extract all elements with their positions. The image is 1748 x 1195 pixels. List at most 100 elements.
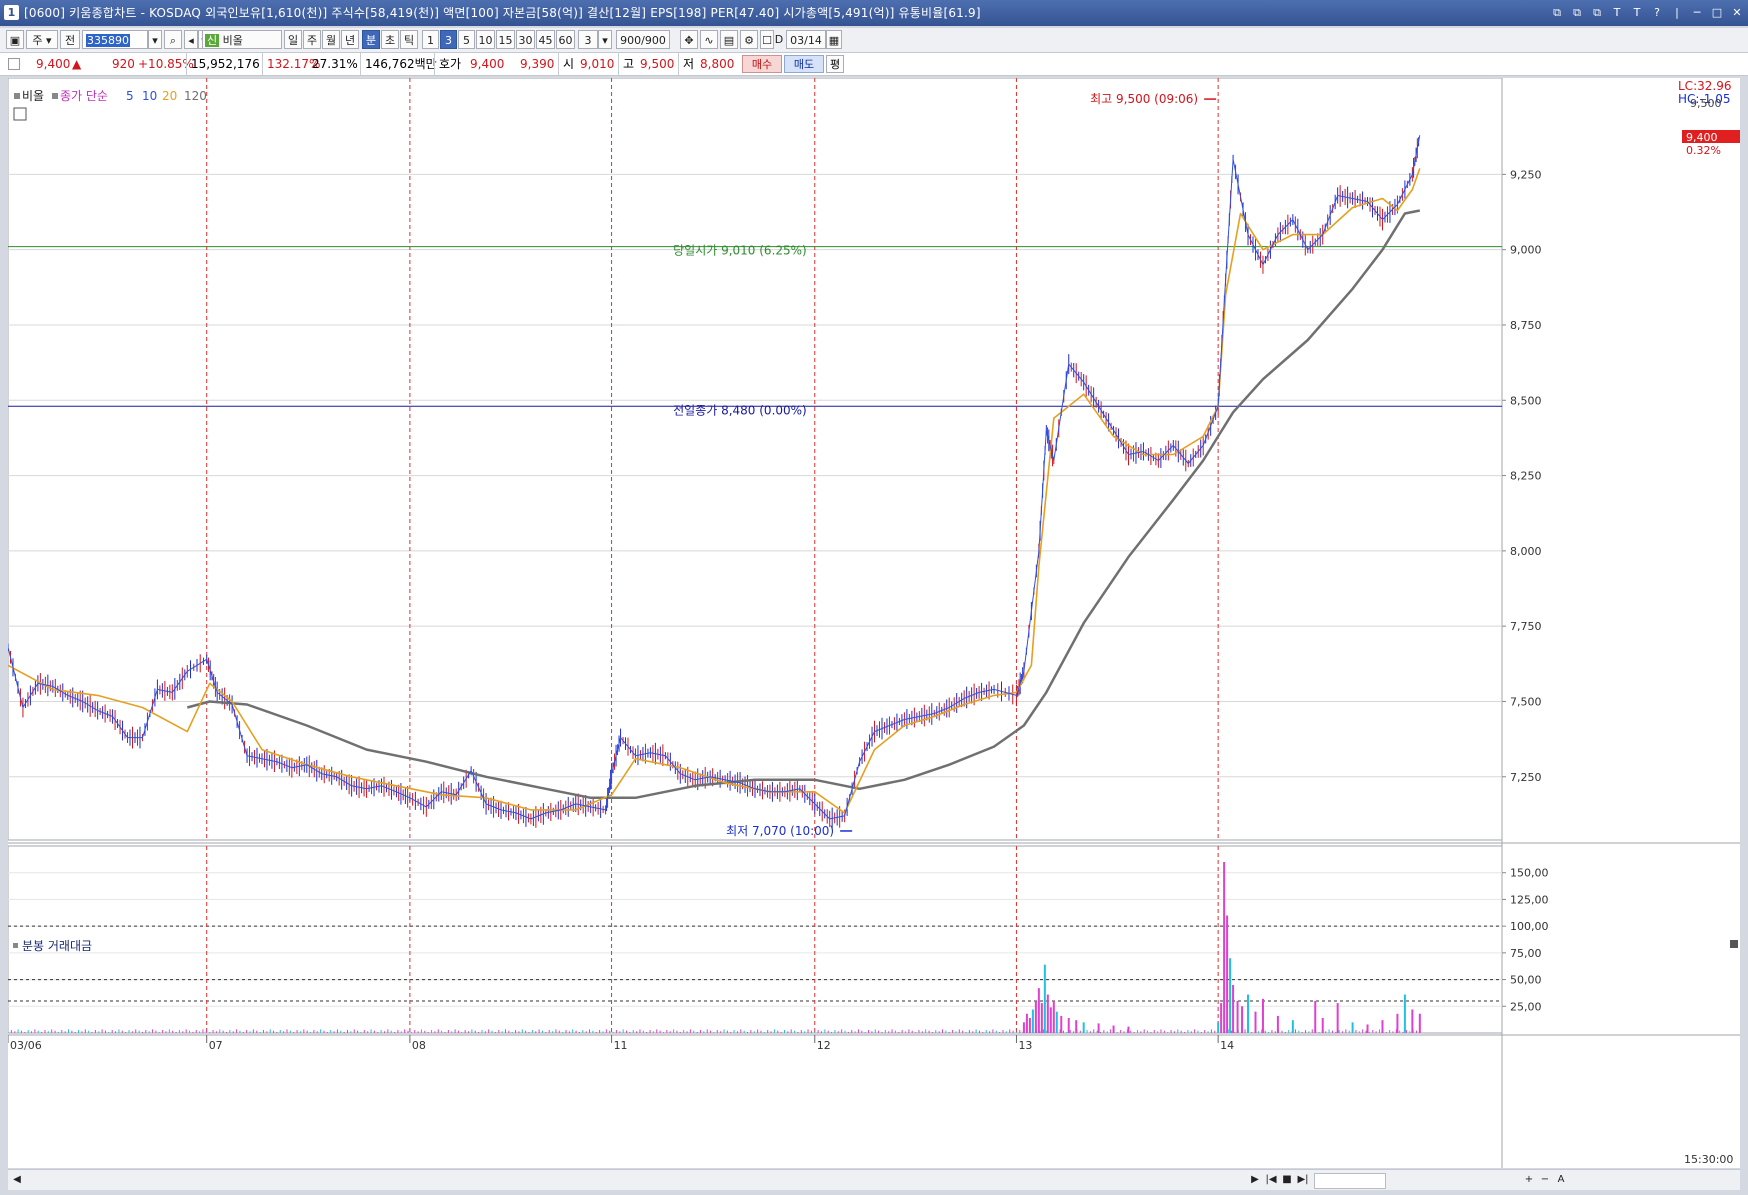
- code-input[interactable]: 335890: [82, 30, 148, 49]
- open-price: 9,010: [580, 57, 615, 71]
- window-buttons: ⧉ ⧉ ⧉ T T ? | ─ □ ✕: [1550, 0, 1744, 26]
- interval-3[interactable]: 3: [440, 30, 457, 49]
- tab-tick[interactable]: 틱: [400, 30, 418, 49]
- time-label: 15:30:00: [1684, 1153, 1733, 1166]
- scroll-thumb[interactable]: [1314, 1173, 1386, 1189]
- volume-legend-bullet-icon: [13, 943, 18, 948]
- window-tile-icon[interactable]: ⧉: [1550, 6, 1564, 20]
- close-icon[interactable]: ✕: [1730, 6, 1744, 20]
- chart-toolbar: ▣ 주 ▾ 전 335890 ▾ ⌕ ◂ ▾ 신 비올 일 주 월 년 분 초 …: [0, 28, 1748, 53]
- sell-button[interactable]: 매도: [784, 55, 824, 73]
- xtick-6: 14: [1220, 1039, 1234, 1052]
- buy-button[interactable]: 매수: [742, 55, 782, 73]
- tab-month[interactable]: 월: [322, 30, 340, 49]
- chart-window: 1 [0600] 키움종합차트 - KOSDAQ 외국인보유[1,610(천)]…: [0, 0, 1748, 1195]
- maximize-icon[interactable]: □: [1710, 6, 1724, 20]
- prev-close-line-label: 전일종가 8,480 (0.00%): [673, 403, 807, 417]
- interval-45[interactable]: 45: [536, 30, 555, 49]
- xtick-5: 13: [1018, 1039, 1032, 1052]
- layout-icon[interactable]: ▣: [6, 30, 24, 49]
- stock-name-field[interactable]: 신 비올: [202, 30, 282, 49]
- scroll-left-icon[interactable]: ◀: [10, 1173, 24, 1187]
- stop-icon[interactable]: ■: [1280, 1173, 1294, 1187]
- quote-bar: 9,400 ▲ 920 +10.85% 15,952,176 132.17% 2…: [0, 53, 1748, 76]
- price-ytick-7: 9,000: [1510, 244, 1542, 257]
- last-price-label: 9,400: [1686, 131, 1718, 144]
- scroll-start-icon[interactable]: |◀: [1264, 1173, 1278, 1187]
- cursor-tool-icon[interactable]: ✥: [680, 30, 698, 49]
- date-input[interactable]: 03/14: [786, 30, 826, 49]
- volume-ytick-3: 100,00: [1510, 920, 1549, 933]
- price-panel-title[interactable]: 비올: [22, 89, 44, 103]
- current-price: 9,400: [36, 57, 71, 71]
- interval-60[interactable]: 60: [556, 30, 575, 49]
- interval-10[interactable]: 10: [476, 30, 495, 49]
- draw-tool-icon[interactable]: ∿: [700, 30, 718, 49]
- interval-dropdown-icon[interactable]: ▾: [598, 30, 612, 49]
- search-icon[interactable]: ⌕: [164, 30, 182, 49]
- tab-year[interactable]: 년: [341, 30, 359, 49]
- low-price: 8,800: [700, 57, 735, 71]
- grid-toggle-icon[interactable]: [13, 107, 27, 121]
- low-label: 저: [678, 53, 694, 75]
- zoom-in-icon[interactable]: +: [1522, 1173, 1536, 1187]
- trade-amount: 146,762백만: [360, 53, 437, 75]
- window-link-icon[interactable]: ⧉: [1570, 6, 1584, 20]
- scroll-right-icon[interactable]: ▶: [1248, 1173, 1262, 1187]
- quote-menu-icon[interactable]: [8, 58, 20, 70]
- speaker-icon[interactable]: ◂: [184, 30, 198, 49]
- high-label: 고: [618, 53, 634, 75]
- save-icon[interactable]: ▤: [720, 30, 738, 49]
- font-icon[interactable]: T: [1610, 6, 1624, 20]
- calendar-icon[interactable]: ▦: [826, 30, 842, 49]
- tab-week[interactable]: 주: [303, 30, 321, 49]
- window-copy-icon[interactable]: ⧉: [1590, 6, 1604, 20]
- help-icon[interactable]: ?: [1650, 6, 1664, 20]
- gear-icon[interactable]: ⚙: [740, 30, 758, 49]
- legend-ma-label[interactable]: 종가 단순: [60, 89, 108, 103]
- open-line-label: 당일시가 9,010 (6.25%): [673, 244, 807, 258]
- interval-input[interactable]: 3: [578, 30, 598, 49]
- period-label: 주: [32, 34, 43, 47]
- price-ytick-6: 8,750: [1510, 319, 1542, 332]
- interval-30[interactable]: 30: [516, 30, 535, 49]
- legend-ma10[interactable]: 10: [142, 89, 157, 103]
- volume-ytick-0: 25,00: [1510, 1000, 1542, 1013]
- scroll-end-icon[interactable]: ▶|: [1296, 1173, 1310, 1187]
- legend-ma5[interactable]: 5: [126, 89, 134, 103]
- interval-15[interactable]: 15: [496, 30, 515, 49]
- panel-close-icon[interactable]: [1730, 940, 1738, 948]
- chart-svg[interactable]: 7,250 7,500 7,750 8,000 8,250 8,500 8,750 9,000…: [8, 78, 1740, 1168]
- lc-label: LC:32.96: [1678, 79, 1731, 93]
- text-icon[interactable]: T: [1630, 6, 1644, 20]
- open-label: 시: [558, 53, 574, 75]
- eval-button[interactable]: 평: [826, 55, 844, 73]
- chart-scrollbar[interactable]: ◀ ▶ |◀ ■ ▶| + − A: [8, 1169, 1740, 1190]
- tab-minute[interactable]: 분: [362, 30, 380, 49]
- legend-ma20[interactable]: 20: [162, 89, 177, 103]
- chart-area[interactable]: 7,250 7,500 7,750 8,000 8,250 8,500 8,750 9,000…: [8, 78, 1740, 1168]
- zoom-out-icon[interactable]: −: [1538, 1173, 1552, 1187]
- top-partial-tick: 9,500: [1690, 97, 1722, 110]
- price-ytick-3: 8,000: [1510, 545, 1542, 558]
- font-size-icon[interactable]: A: [1554, 1173, 1568, 1187]
- tab-second[interactable]: 초: [381, 30, 399, 49]
- window-title: [0600] 키움종합차트 - KOSDAQ 외국인보유[1,610(천)] 주…: [24, 6, 981, 20]
- legend-bullet-icon-2: [52, 93, 58, 99]
- legend-ma120[interactable]: 120: [184, 89, 207, 103]
- jeon-button[interactable]: 전: [60, 30, 80, 49]
- minimize-icon[interactable]: ─: [1690, 6, 1704, 20]
- title-bar: 1 [0600] 키움종합차트 - KOSDAQ 외국인보유[1,610(천)]…: [0, 0, 1748, 26]
- interval-5[interactable]: 5: [458, 30, 475, 49]
- volume-panel-title[interactable]: 분봉 거래대금: [22, 939, 92, 953]
- tab-day[interactable]: 일: [284, 30, 302, 49]
- interval-1[interactable]: 1: [422, 30, 439, 49]
- price-ytick-5: 8,500: [1510, 394, 1542, 407]
- volume-ytick-2: 75,00: [1510, 947, 1542, 960]
- period-select[interactable]: 주 ▾: [26, 30, 58, 49]
- count-input[interactable]: 900/900: [616, 30, 670, 49]
- d-checkbox[interactable]: ☐: [760, 30, 774, 49]
- price-ytick-0: 7,250: [1510, 771, 1542, 784]
- volume-ytick-5: 150,00: [1510, 867, 1549, 880]
- code-dropdown-icon[interactable]: ▾: [148, 30, 162, 49]
